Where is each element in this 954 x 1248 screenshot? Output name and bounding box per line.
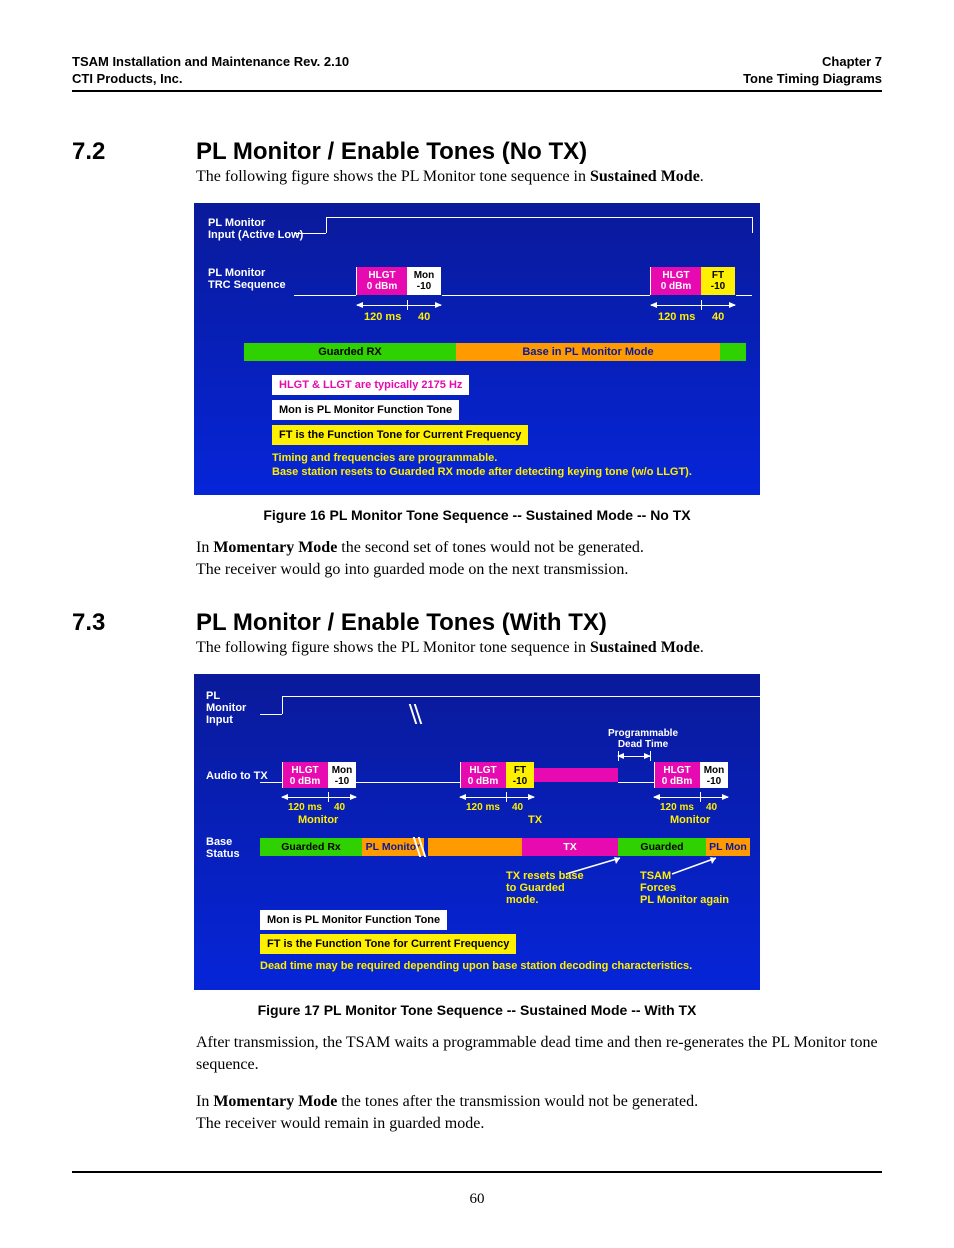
f16-trc-label: PL Monitor TRC Sequence xyxy=(208,267,286,291)
f17-40-2: 40 xyxy=(512,802,523,813)
f17-callout-1: TX resets base to Guarded mode. xyxy=(506,870,584,906)
f17-audio-label: Audio to TX xyxy=(206,770,268,782)
section-7-3-para2: After transmission, the TSAM waits a pro… xyxy=(196,1032,882,1075)
f17-callout-2: TSAM Forces PL Monitor again xyxy=(640,870,729,906)
f16-bar-right-edge xyxy=(720,343,746,361)
f17-note-2: FT is the Function Tone for Current Freq… xyxy=(260,934,516,954)
f17-mon-1: Mon-10 xyxy=(328,762,356,788)
section-7-2-para2: In Momentary Mode the second set of tone… xyxy=(196,537,882,559)
f16-120-1: 120 ms xyxy=(364,311,401,323)
f17-input-label: PL Monitor Input xyxy=(206,690,246,726)
f17-dead-label: Programmable Dead Time xyxy=(608,728,678,750)
section-number: 7.3 xyxy=(72,609,196,637)
f17-40-1: 40 xyxy=(334,802,345,813)
f17-ft-2: FT-10 xyxy=(506,762,534,788)
f16-40-2: 40 xyxy=(712,311,724,323)
f17-break-2 xyxy=(416,837,428,857)
figure-16-diagram: PL Monitor Input (Active Low) PL Monitor… xyxy=(194,203,760,495)
f16-note-4: Timing and frequencies are programmable.… xyxy=(272,451,692,479)
footer-rule xyxy=(72,1171,882,1173)
f17-hlgt-1: HLGT0 dBm xyxy=(282,762,328,788)
f16-ft: FT-10 xyxy=(701,267,735,295)
section-title: PL Monitor / Enable Tones (No TX) xyxy=(196,138,587,166)
f16-note-2: Mon is PL Monitor Function Tone xyxy=(272,400,459,420)
f17-break-1 xyxy=(412,704,424,724)
f17-bar-orange-2 xyxy=(428,838,522,856)
f16-hlgt-1: HLGT0 dBm xyxy=(357,267,407,295)
f17-note-3: Dead time may be required depending upon… xyxy=(260,960,692,972)
f16-note-1: HLGT & LLGT are typically 2175 Hz xyxy=(272,375,469,395)
f17-role-1: Monitor xyxy=(298,814,338,826)
page-number: 60 xyxy=(72,1191,882,1208)
f17-120-3: 120 ms xyxy=(660,802,694,813)
f16-input-label: PL Monitor Input (Active Low) xyxy=(208,217,303,241)
header-rule xyxy=(72,90,882,92)
f17-40-3: 40 xyxy=(706,802,717,813)
f17-hlgt-2: HLGT0 dBm xyxy=(460,762,506,788)
header-right-2: Tone Timing Diagrams xyxy=(743,71,882,88)
section-number: 7.2 xyxy=(72,138,196,166)
f16-bar-guarded-rx: Guarded RX xyxy=(244,343,456,361)
section-7-3-para4: The receiver would remain in guarded mod… xyxy=(196,1113,882,1135)
f16-mon-1: Mon-10 xyxy=(407,267,441,295)
f17-dead-arrows xyxy=(618,756,650,757)
section-7-2-heading: 7.2 PL Monitor / Enable Tones (No TX) xyxy=(72,138,882,166)
page-header: TSAM Installation and Maintenance Rev. 2… xyxy=(72,54,882,88)
f17-base-label: Base Status xyxy=(206,836,240,860)
f17-120-2: 120 ms xyxy=(466,802,500,813)
figure-17-diagram: PL Monitor Input Programmable Dead Time … xyxy=(194,674,760,990)
section-7-3-intro: The following figure shows the PL Monito… xyxy=(196,637,882,659)
f16-bar-pl-monitor: Base in PL Monitor Mode xyxy=(456,343,720,361)
section-7-2-para3: The receiver would go into guarded mode … xyxy=(196,559,882,581)
f17-role-2: TX xyxy=(528,814,542,826)
header-left-1: TSAM Installation and Maintenance Rev. 2… xyxy=(72,54,349,71)
f17-120-1: 120 ms xyxy=(288,802,322,813)
f17-hlgt-3: HLGT0 dBm xyxy=(654,762,700,788)
f17-role-3: Monitor xyxy=(670,814,710,826)
f17-audio-strip xyxy=(534,768,618,782)
figure-16-caption: Figure 16 PL Monitor Tone Sequence -- Su… xyxy=(72,507,882,523)
section-7-2-intro: The following figure shows the PL Monito… xyxy=(196,166,882,188)
f16-note-3: FT is the Function Tone for Current Freq… xyxy=(272,425,528,445)
f17-note-1: Mon is PL Monitor Function Tone xyxy=(260,910,447,930)
f17-bar-guarded-rx: Guarded Rx xyxy=(260,838,362,856)
f16-120-2: 120 ms xyxy=(658,311,695,323)
f17-bar-guarded: Guarded xyxy=(618,838,706,856)
f16-timeline-1 xyxy=(357,305,441,306)
f17-bar-tx: TX xyxy=(522,838,618,856)
header-right-1: Chapter 7 xyxy=(743,54,882,71)
section-title: PL Monitor / Enable Tones (With TX) xyxy=(196,609,607,637)
f16-hlgt-2: HLGT0 dBm xyxy=(651,267,701,295)
f17-mon-3: Mon-10 xyxy=(700,762,728,788)
f16-40-1: 40 xyxy=(418,311,430,323)
section-7-3-heading: 7.3 PL Monitor / Enable Tones (With TX) xyxy=(72,609,882,637)
header-left-2: CTI Products, Inc. xyxy=(72,71,349,88)
f16-timeline-2 xyxy=(651,305,735,306)
f17-bar-pl-mon-2: PL Mon xyxy=(706,838,750,856)
section-7-3-para3: In Momentary Mode the tones after the tr… xyxy=(196,1091,882,1113)
figure-17-caption: Figure 17 PL Monitor Tone Sequence -- Su… xyxy=(72,1002,882,1018)
